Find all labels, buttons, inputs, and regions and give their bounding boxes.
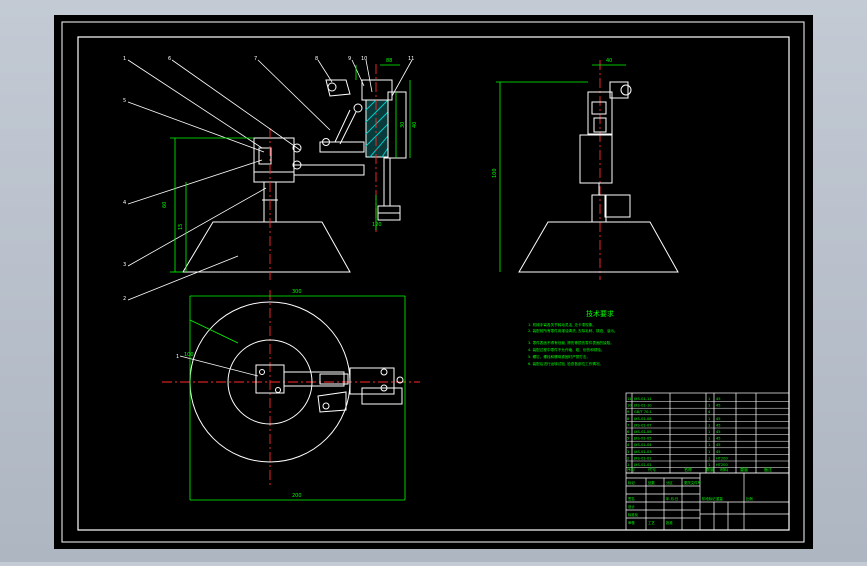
dim-200: 200	[292, 493, 302, 499]
parts-cell-no: 11	[627, 397, 632, 401]
parts-cell-code: JXS-01-04	[633, 443, 652, 447]
title-label: 审核	[628, 520, 635, 525]
parts-cell-qty: 1	[708, 437, 710, 441]
parts-cell-code: JXS-01-02	[633, 456, 652, 460]
balloon: 3	[123, 262, 126, 268]
dim-60: 60	[162, 202, 168, 208]
notes-heading: 技术要求	[586, 309, 614, 318]
balloon: 1	[123, 56, 126, 62]
title-label: 批准	[666, 520, 673, 525]
title-label: 比例	[746, 496, 753, 501]
note-line-6: 6. 装配后进行运转试验, 检查各部位工作情况。	[528, 361, 603, 366]
parts-cell-mat: 45	[716, 404, 721, 408]
parts-cell-qty: 1	[708, 430, 710, 434]
parts-cell-qty: 1	[708, 417, 710, 421]
parts-cell-qty: 1	[708, 450, 710, 454]
parts-cell-qty: 1	[708, 423, 710, 427]
header-name: 名称	[684, 466, 692, 472]
balloon: 1	[176, 354, 179, 360]
title-label: 分区	[666, 480, 673, 485]
title-label: 标记	[628, 480, 635, 485]
parts-cell-qty: 1	[708, 443, 710, 447]
parts-cell-qty: 1	[708, 456, 710, 460]
header-note: 备注	[764, 466, 772, 472]
note-line-4: 4. 装配过程中零件不允许磕、碰、划伤和锈蚀。	[528, 347, 604, 352]
parts-cell-qty: 1	[708, 397, 710, 401]
title-label: 更改文件号	[684, 480, 702, 485]
sheet-background	[54, 15, 813, 549]
parts-cell-mat: 45	[716, 450, 721, 454]
balloon: 7	[254, 56, 257, 62]
header-no: 序号	[627, 466, 635, 472]
dim-100: 100	[492, 168, 498, 178]
balloon: 5	[123, 98, 126, 104]
balloon: 8	[315, 56, 318, 62]
title-label: 重量	[716, 496, 723, 501]
balloon: 9	[348, 56, 351, 62]
dim-88: 88	[386, 58, 392, 64]
header-qty: 数量	[706, 466, 714, 472]
dim-300: 300	[292, 289, 302, 295]
balloon: 2	[123, 296, 126, 302]
parts-cell-code: GB/T 70.1	[634, 410, 652, 414]
parts-cell-no: 5	[627, 437, 629, 441]
dim-40r: 40	[606, 58, 612, 64]
parts-cell-code: JXS-01-06	[633, 430, 652, 434]
parts-cell-no: 7	[627, 423, 629, 427]
parts-cell-qty: 1	[708, 404, 710, 408]
header-weight: 重量	[740, 466, 748, 472]
cad-viewport: 60 15 30 40 88 120 100 40 300 200 100 1 …	[0, 0, 867, 562]
note-line-3: 3. 零件表面不得有划痕, 擦伤等损伤零件表面的缺陷。	[528, 340, 614, 345]
title-label: 标准化	[628, 512, 639, 517]
balloon: 4	[123, 200, 126, 206]
parts-cell-no: 10	[627, 404, 632, 408]
parts-cell-code: JXS-01-07	[633, 423, 652, 427]
note-line-1: 1. 机械手臂各关节转动灵活, 无卡滞现象。	[528, 322, 596, 327]
header-code: 代号	[648, 466, 656, 472]
parts-cell-mat: 45	[716, 423, 721, 427]
parts-cell-mat: 45	[716, 417, 721, 421]
parts-cell-mat: 45	[716, 397, 721, 401]
parts-cell-no: 3	[627, 450, 629, 454]
title-label: 工艺	[648, 520, 655, 525]
title-label: 年.月.日	[666, 496, 678, 501]
parts-cell-no: 2	[627, 456, 629, 460]
dim-100t: 100	[184, 352, 194, 358]
parts-cell-mat: 45	[716, 443, 721, 447]
parts-cell-code: JXS-01-11	[633, 397, 652, 401]
balloon: 10	[361, 56, 367, 62]
note-line-5: 5. 螺钉、螺栓和螺母紧固时严禁打击。	[528, 354, 590, 359]
dim-15: 15	[178, 224, 184, 230]
balloon: 11	[408, 56, 414, 62]
parts-cell-code: JXS-01-08	[633, 417, 652, 421]
header-mat: 材料	[720, 466, 728, 472]
title-label: 处数	[648, 480, 655, 485]
title-label: 设计	[628, 504, 635, 509]
parts-cell-code: JXS-01-03	[633, 450, 652, 454]
assembly-drawing: 60 15 30 40 88 120 100 40 300 200 100 1 …	[54, 15, 813, 549]
title-label: 签名	[628, 496, 635, 501]
note-line-2: 2. 装配前所有零件用煤油清洗, 去除毛刺、锈迹、油污。	[528, 328, 618, 333]
parts-cell-mat: 45	[716, 437, 721, 441]
title-label: 阶段标记	[702, 496, 716, 501]
parts-cell-code: JXS-01-10	[633, 404, 652, 408]
parts-cell-mat: HT200	[716, 456, 728, 460]
parts-cell-mat: 45	[716, 430, 721, 434]
dim-30: 30	[400, 122, 406, 128]
parts-cell-code: JXS-01-05	[633, 437, 652, 441]
dim-40: 40	[412, 122, 418, 128]
balloon: 6	[168, 56, 171, 62]
dim-120: 120	[372, 222, 382, 228]
